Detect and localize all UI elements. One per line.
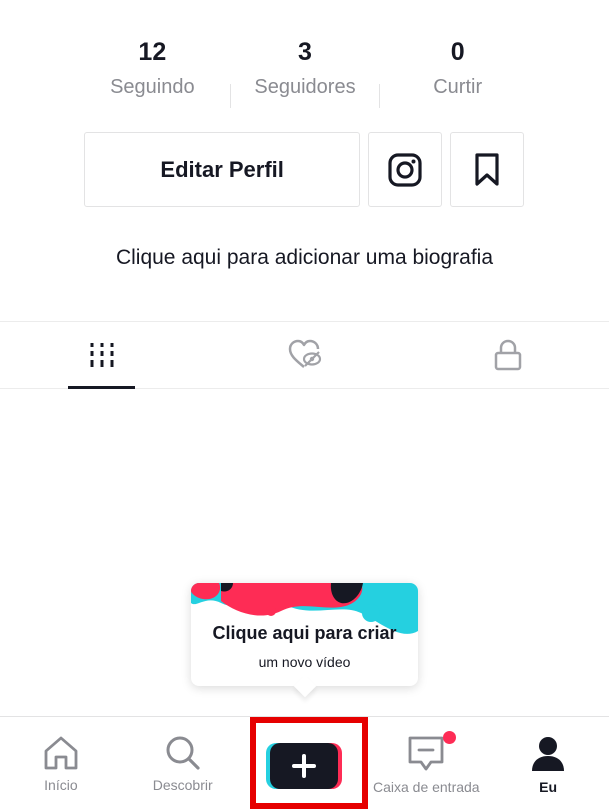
profile-stats: 12 Seguindo 3 Seguidores 0 Curtir — [76, 30, 534, 110]
nav-profile-label: Eu — [539, 779, 558, 795]
nav-discover[interactable]: Descobrir — [122, 717, 244, 812]
tooltip-arrow — [293, 674, 317, 698]
instagram-icon — [388, 152, 422, 187]
nav-discover-label: Descobrir — [152, 777, 213, 793]
inbox-notification-dot — [443, 731, 457, 744]
profile-icon — [532, 737, 565, 771]
videos-grid-icon — [90, 343, 113, 367]
following-count: 12 — [138, 38, 167, 66]
tab-private[interactable] — [406, 322, 609, 388]
tooltip-subtitle: um novo vídeo — [258, 654, 351, 670]
profile-actions: Editar Perfil — [84, 132, 524, 207]
nav-home-label: Início — [44, 777, 78, 793]
bookmark-icon — [475, 152, 499, 186]
likes-count: 0 — [450, 38, 465, 66]
stat-divider — [379, 84, 380, 108]
create-video-tooltip[interactable]: Clique aqui para criar um novo vídeo — [191, 583, 418, 698]
create-button-highlight — [250, 717, 368, 809]
following-label: Seguindo — [110, 76, 195, 98]
tooltip-title: Clique aqui para criar — [212, 623, 397, 643]
liked-hidden-icon — [288, 339, 321, 368]
add-bio-link[interactable]: Clique aqui para adicionar uma biografia — [0, 246, 609, 270]
tab-liked[interactable] — [203, 322, 406, 388]
search-icon — [166, 736, 200, 770]
nav-home[interactable]: Início — [0, 717, 122, 812]
stat-divider — [230, 84, 231, 108]
nav-inbox-label: Caixa de entrada — [372, 779, 480, 795]
nav-inbox[interactable]: Caixa de entrada — [365, 717, 487, 812]
active-tab-indicator — [68, 386, 135, 389]
edit-profile-button[interactable]: Editar Perfil — [84, 132, 361, 207]
nav-profile[interactable]: Eu — [487, 717, 609, 812]
stat-followers[interactable]: 3 Seguidores — [229, 30, 382, 110]
home-icon — [44, 736, 78, 770]
followers-label: Seguidores — [254, 76, 356, 98]
inbox-icon — [408, 736, 444, 771]
stat-following[interactable]: 12 Seguindo — [76, 30, 229, 110]
followers-count: 3 — [298, 38, 312, 66]
stat-likes[interactable]: 0 Curtir — [381, 30, 534, 110]
favorites-button[interactable] — [450, 132, 524, 207]
tab-videos[interactable] — [0, 322, 203, 389]
instagram-button[interactable] — [368, 132, 443, 207]
likes-label: Curtir — [433, 76, 483, 98]
private-lock-icon — [494, 339, 521, 371]
profile-tabs — [0, 321, 609, 389]
